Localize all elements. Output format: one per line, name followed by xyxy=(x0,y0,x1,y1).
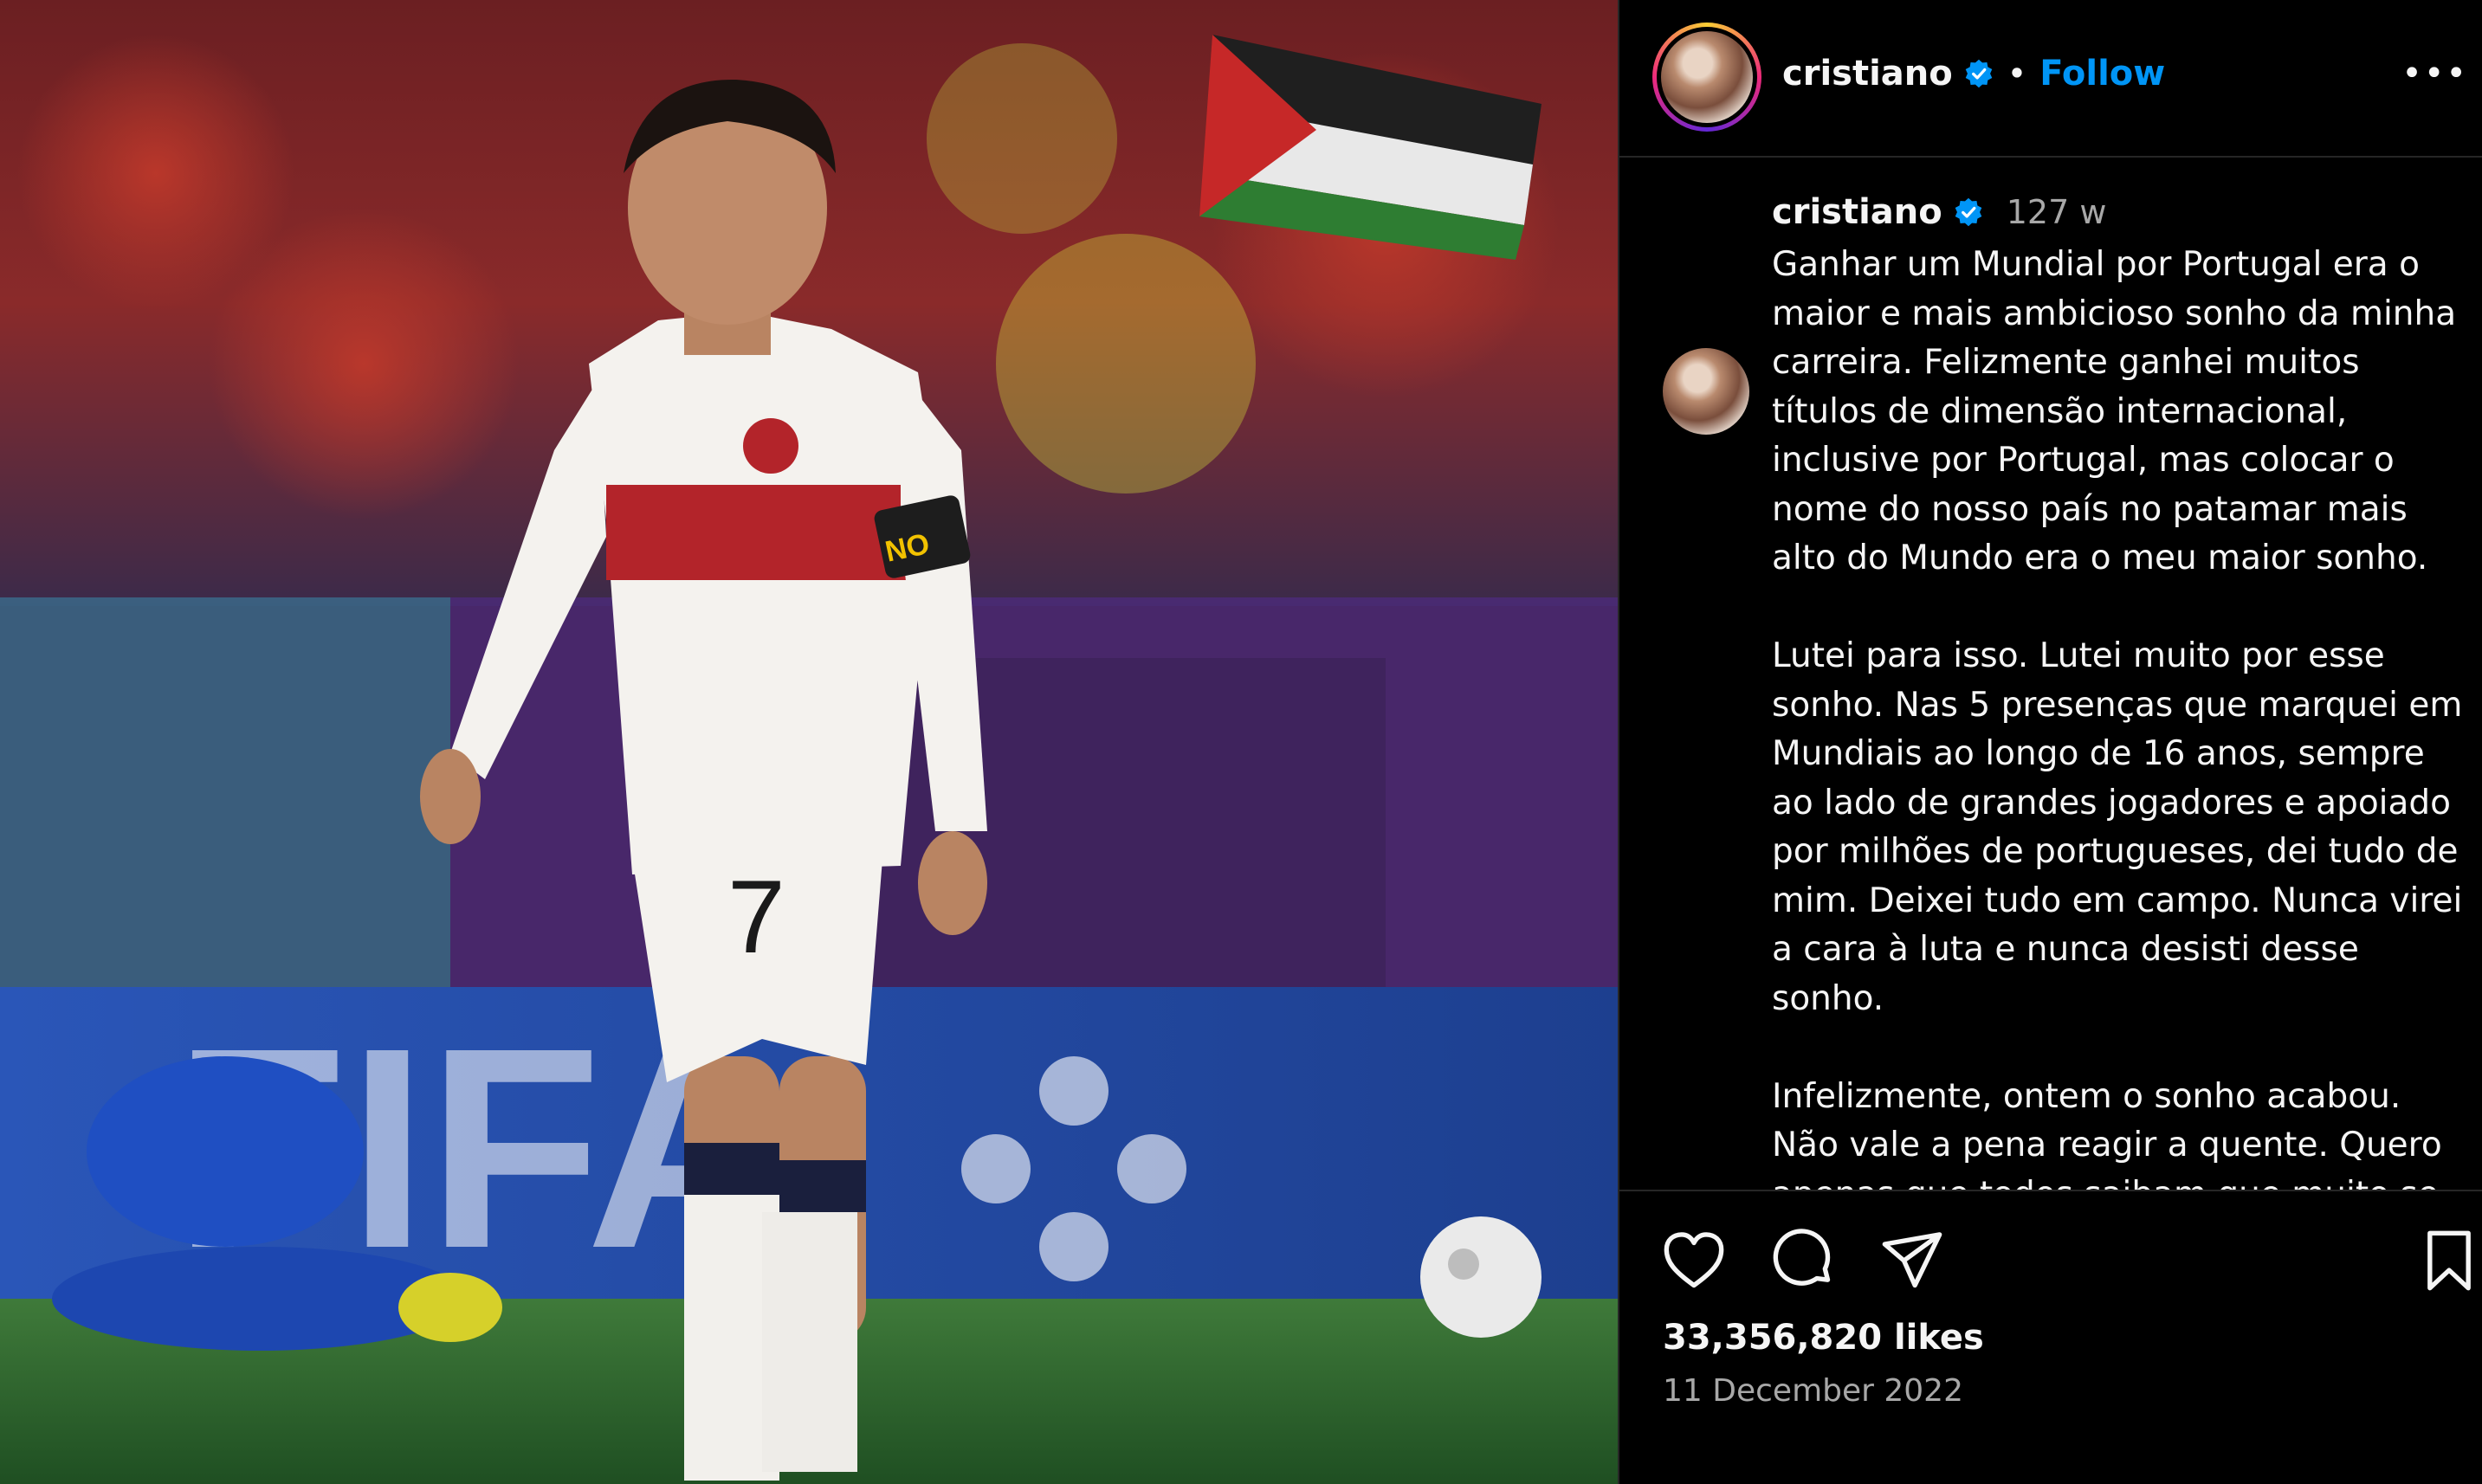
caption-area[interactable]: cristiano 127 w Ganhar um Mundial por Po… xyxy=(1619,156,2482,1191)
action-bar xyxy=(1619,1212,2482,1307)
post-header: cristiano • Follow ••• xyxy=(1619,0,2482,158)
follow-button[interactable]: Follow xyxy=(2039,54,2165,94)
caption-avatar[interactable] xyxy=(1663,348,1749,435)
more-options-button[interactable]: ••• xyxy=(2401,54,2468,94)
shorts-number: 7 xyxy=(727,859,785,975)
bookmark-icon[interactable] xyxy=(2416,1228,2482,1294)
caption-text: Ganhar um Mundial por Portugal era o mai… xyxy=(1772,245,2463,1190)
verified-badge-icon xyxy=(1965,59,1993,88)
post-side-panel: cristiano • Follow ••• cristiano 127 w G… xyxy=(1618,0,2482,1484)
header-user: cristiano • Follow xyxy=(1782,54,2165,94)
caption-header: cristiano 127 w xyxy=(1772,192,2106,232)
post-photo[interactable]: FIFA 7 NO xyxy=(0,0,1618,1484)
username-link[interactable]: cristiano xyxy=(1782,54,1953,94)
separator-dot: • xyxy=(2007,57,2026,90)
post-date[interactable]: 11 December 2022 xyxy=(1663,1373,1963,1409)
verified-badge-icon xyxy=(1955,197,1982,227)
post-image: FIFA 7 NO xyxy=(0,0,1618,1484)
send-icon[interactable] xyxy=(1879,1228,1945,1294)
caption-timestamp[interactable]: 127 w xyxy=(2007,193,2107,231)
story-avatar[interactable] xyxy=(1652,23,1761,132)
heart-icon[interactable] xyxy=(1661,1228,1727,1294)
caption-username[interactable]: cristiano xyxy=(1772,192,1942,232)
likes-count[interactable]: 33,356,820 likes xyxy=(1663,1318,1984,1358)
avatar xyxy=(1661,31,1753,123)
comment-icon[interactable] xyxy=(1770,1228,1836,1294)
